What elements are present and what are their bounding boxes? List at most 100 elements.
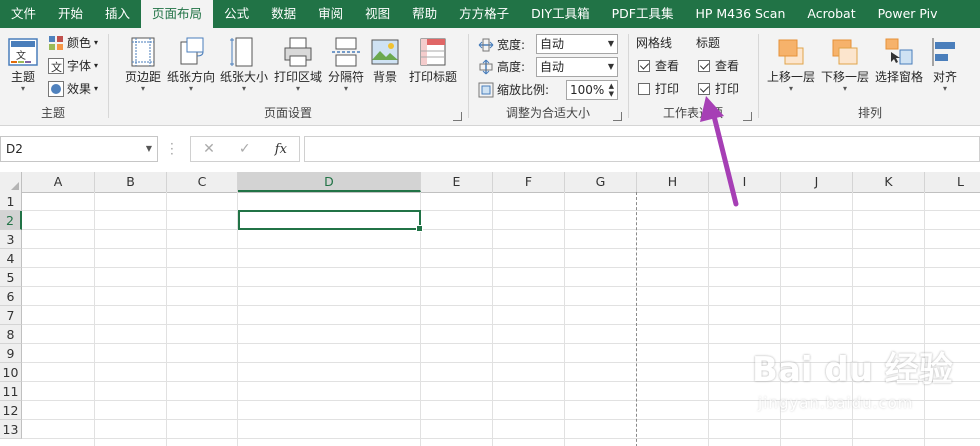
column-header-h[interactable]: H [637,172,709,192]
tab-insert[interactable]: 插入 [94,0,141,28]
headings-print-checkbox[interactable]: 打印 [698,78,739,100]
chevron-down-icon: ▾ [140,84,145,93]
column-header-g[interactable]: G [565,172,637,192]
tab-power-pivot[interactable]: Power Piv [867,0,949,28]
group-label-arrange: 排列 [857,106,882,120]
breaks-button[interactable]: 分隔符 ▾ [326,32,366,104]
effects-label: 效果 [67,82,92,96]
row-header-11[interactable]: 11 [0,382,22,401]
row-header-3[interactable]: 3 [0,230,22,249]
column-header-a[interactable]: A [22,172,95,192]
scale-label: 缩放比例: [497,83,550,97]
colors-button[interactable]: 颜色 ▾ [48,32,98,54]
print-titles-label: 打印标题 [408,70,457,84]
column-header-k[interactable]: K [853,172,925,192]
scale-value: 100% [570,83,605,97]
selected-cell-d2[interactable] [238,210,423,232]
checkbox-checked-icon [698,83,710,95]
size-button[interactable]: 纸张大小 ▾ [218,32,270,104]
enter-icon[interactable]: ✓ [239,141,251,157]
row-header-1[interactable]: 1 [0,192,22,211]
column-header-i[interactable]: I [709,172,781,192]
headings-view-checkbox[interactable]: 查看 [698,55,739,77]
scale-launcher-icon[interactable] [613,112,622,121]
gridlines-heading: 网格线 [636,36,673,50]
themes-button[interactable]: 文 主题 ▾ [4,32,42,104]
orientation-button[interactable]: 纸张方向 ▾ [166,32,216,104]
print-area-label: 打印区域 [273,70,322,84]
tab-hp-scan[interactable]: HP M436 Scan [684,0,796,28]
chevron-down-icon: ▼ [145,144,152,153]
tab-file[interactable]: 文件 [0,0,47,28]
page-setup-launcher-icon[interactable] [453,112,462,121]
row-header-2[interactable]: 2 [0,211,22,230]
insert-function-icon[interactable]: fx [275,142,287,157]
column-header-b[interactable]: B [95,172,167,192]
fonts-button[interactable]: 文 字体 ▾ [48,55,98,77]
bring-forward-button[interactable]: 上移一层 ▾ [764,32,818,104]
column-header-f[interactable]: F [493,172,565,192]
tab-review[interactable]: 审阅 [307,0,354,28]
column-header-l[interactable]: L [925,172,980,192]
height-value: 自动 [540,60,565,74]
row-header-8[interactable]: 8 [0,325,22,344]
print-titles-button[interactable]: 打印标题 [406,32,460,104]
formula-buttons: ✕ ✓ fx [190,136,300,162]
width-select[interactable]: 自动 ▼ [536,34,618,54]
row-header-6[interactable]: 6 [0,287,22,306]
tab-formulas[interactable]: 公式 [213,0,260,28]
width-value: 自动 [540,37,565,51]
name-box-value: D2 [6,142,23,156]
gridlines-print-label: 打印 [655,82,680,96]
tab-fangfang[interactable]: 方方格子 [448,0,520,28]
gridline [708,192,709,446]
tab-home[interactable]: 开始 [47,0,94,28]
row-header-12[interactable]: 12 [0,401,22,420]
gridlines-print-checkbox[interactable]: 打印 [638,78,679,100]
tab-pdf-tools[interactable]: PDF工具集 [601,0,685,28]
tab-help[interactable]: 帮助 [401,0,448,28]
group-theme: 文 主题 ▾ 颜色 ▾ 文 字体 ▾ 效果 ▾ 主题 [0,28,106,125]
formula-bar-grip-icon[interactable]: · · · [170,138,174,160]
height-select[interactable]: 自动 ▼ [536,57,618,77]
send-backward-button[interactable]: 下移一层 ▾ [818,32,872,104]
column-header-j[interactable]: J [781,172,853,192]
column-header-d[interactable]: D [238,172,421,192]
row-header-13[interactable]: 13 [0,420,22,439]
height-icon [478,59,494,75]
chevron-down-icon: ▼ [607,62,614,71]
tab-view[interactable]: 视图 [354,0,401,28]
column-header-c[interactable]: C [167,172,238,192]
print-area-button[interactable]: 打印区域 ▾ [272,32,324,104]
tab-diy-toolbox[interactable]: DIY工具箱 [520,0,600,28]
size-label: 纸张大小 [219,70,268,84]
checkbox-checked-icon [698,60,710,72]
scale-spinner[interactable]: 100% ▲ ▼ [566,80,618,100]
row-header-7[interactable]: 7 [0,306,22,325]
row-header-9[interactable]: 9 [0,344,22,363]
tab-acrobat[interactable]: Acrobat [796,0,866,28]
formula-input[interactable] [304,136,980,162]
background-button[interactable]: 背景 [368,32,402,104]
tab-page-layout[interactable]: 页面布局 [141,0,214,28]
sheet-options-launcher-icon[interactable] [743,112,752,121]
row-header-10[interactable]: 10 [0,363,22,382]
margins-button[interactable]: 页边距 ▾ [122,32,164,104]
cancel-icon[interactable]: ✕ [203,141,215,157]
column-header-e[interactable]: E [421,172,493,192]
effects-icon [48,81,64,97]
page-break-icon [330,36,362,68]
gridlines-view-checkbox[interactable]: 查看 [638,55,679,77]
margins-label: 页边距 [124,70,161,84]
row-header-4[interactable]: 4 [0,249,22,268]
print-area-icon [282,36,314,68]
selection-pane-button[interactable]: 选择窗格 [872,32,926,104]
name-box[interactable]: D2 ▼ [0,136,158,162]
effects-button[interactable]: 效果 ▾ [48,78,98,100]
tab-data[interactable]: 数据 [260,0,307,28]
align-button[interactable]: 对齐 ▾ [928,32,962,104]
row-header-5[interactable]: 5 [0,268,22,287]
select-all-button[interactable] [0,172,22,192]
spinner-arrows-icon[interactable]: ▲ ▼ [609,82,614,98]
selection-pane-icon [883,36,915,68]
